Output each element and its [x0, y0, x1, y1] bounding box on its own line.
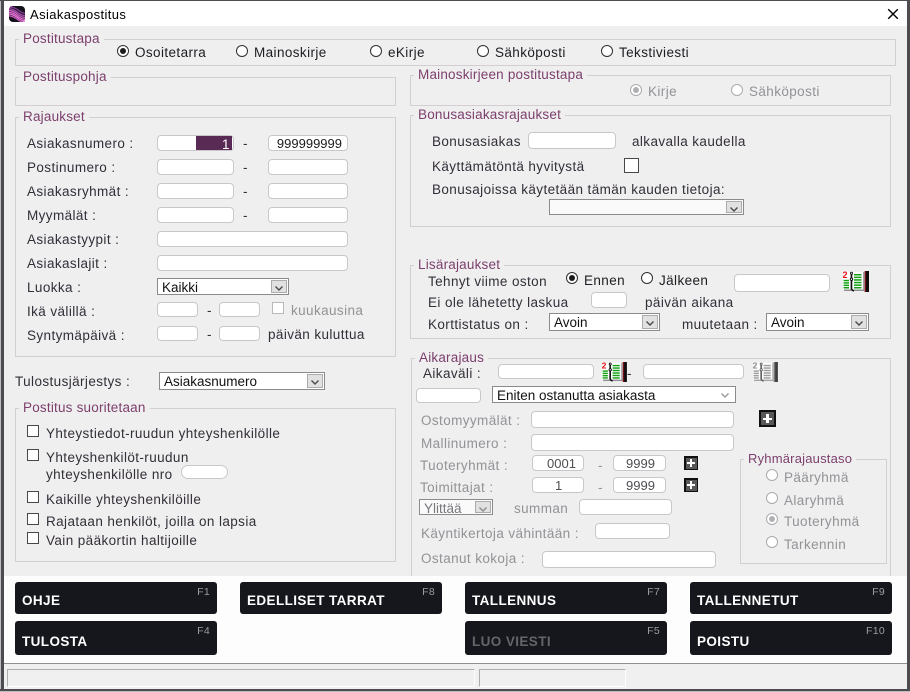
svg-text:2: 2: [753, 362, 758, 371]
svg-text:2: 2: [843, 271, 848, 280]
svg-text:2: 2: [602, 362, 607, 371]
